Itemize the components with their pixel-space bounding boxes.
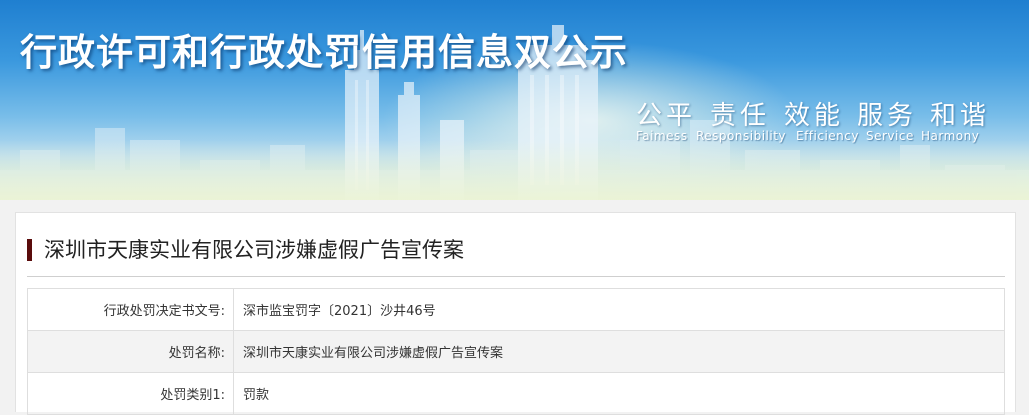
slogan-cn-service: 服务 xyxy=(857,101,918,131)
penalty-details-table: 行政处罚决定书文号: 深市监宝罚字〔2021〕沙井46号 处罚名称: 深圳市天康… xyxy=(27,288,1005,415)
header-banner: 行政许可和行政处罚信用信息双公示 公平 责任 效能 服务 和谐 Faimess … xyxy=(0,0,1029,200)
slogan-cn-fairness: 公平 xyxy=(636,101,697,131)
table-row: 处罚类别1: 罚款 xyxy=(27,372,1005,415)
case-header: 深圳市天康实业有限公司涉嫌虚假广告宣传案 xyxy=(27,237,1005,277)
horizon-haze xyxy=(0,140,1029,200)
slogan-en-service: Service xyxy=(866,129,914,143)
slogan-cn-responsibility: 责任 xyxy=(710,101,771,131)
slogan-en: Faimess Responsibility Efficiency Servic… xyxy=(0,129,1029,147)
title-accent-bar xyxy=(27,239,32,261)
case-title: 深圳市天康实业有限公司涉嫌虚假广告宣传案 xyxy=(44,238,464,262)
slogan-cn-efficiency: 效能 xyxy=(784,101,845,131)
penalty-name-value: 深圳市天康实业有限公司涉嫌虚假广告宣传案 xyxy=(233,330,1005,373)
table-row: 行政处罚决定书文号: 深市监宝罚字〔2021〕沙井46号 xyxy=(27,288,1005,331)
decision-number-value: 深市监宝罚字〔2021〕沙井46号 xyxy=(233,288,1005,331)
slogan-en-efficiency: Efficiency xyxy=(796,129,859,143)
slogan-cn-harmony: 和谐 xyxy=(930,101,991,131)
slogan-en-fairness: Faimess xyxy=(636,129,688,143)
banner-title: 行政许可和行政处罚信用信息双公示 xyxy=(20,31,628,74)
penalty-name-label: 处罚名称: xyxy=(27,330,234,373)
content-panel: 深圳市天康实业有限公司涉嫌虚假广告宣传案 行政处罚决定书文号: 深市监宝罚字〔2… xyxy=(15,212,1016,415)
table-row: 处罚名称: 深圳市天康实业有限公司涉嫌虚假广告宣传案 xyxy=(27,330,1005,373)
slogan-cn: 公平 责任 效能 服务 和谐 xyxy=(0,95,1029,131)
penalty-category-label: 处罚类别1: xyxy=(27,372,234,415)
slogan-en-responsibility: Responsibility xyxy=(696,129,787,143)
penalty-category-value: 罚款 xyxy=(233,372,1005,415)
slogan-en-harmony: Harmony xyxy=(921,129,980,143)
decision-number-label: 行政处罚决定书文号: xyxy=(27,288,234,331)
